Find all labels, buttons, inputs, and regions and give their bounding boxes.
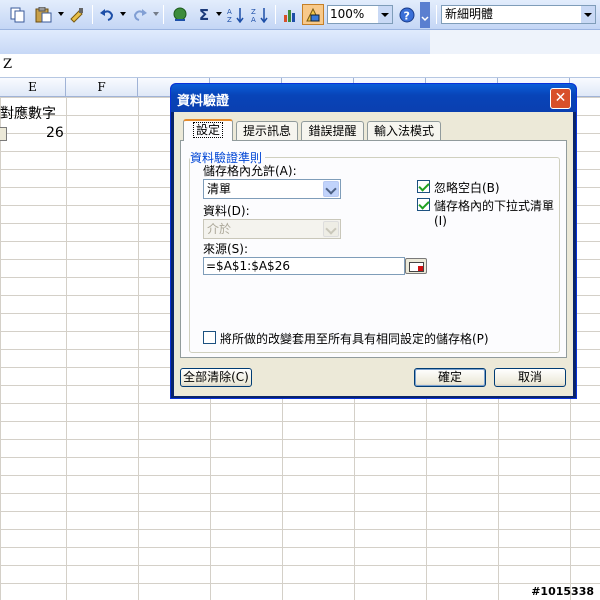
data-label: 資料(D): — [203, 204, 250, 218]
chevron-down-icon[interactable] — [323, 181, 339, 197]
redo-icon[interactable] — [130, 4, 150, 25]
dialog-title-bar[interactable]: 資料驗證 ✕ — [171, 84, 576, 112]
tab-settings-label: 設定 — [192, 122, 223, 138]
clear-all-button[interactable]: 全部清除(C) — [180, 368, 252, 387]
column-header-f[interactable]: F — [66, 78, 138, 97]
sort-descending-icon[interactable]: ZA — [250, 4, 270, 25]
svg-text:Z: Z — [251, 8, 256, 16]
svg-text:?: ? — [404, 9, 410, 22]
data-validation-dialog: 資料驗證 ✕ 設定 提示訊息 錯誤提醒 輸入法模式 資料驗證準則 儲存格內允許(… — [170, 83, 577, 399]
font-name-value: 新細明體 — [445, 7, 494, 21]
redo-dropdown-icon[interactable] — [153, 12, 159, 16]
ignore-blank-label[interactable]: 忽略空白(B) — [434, 179, 500, 196]
format-painter-icon[interactable] — [67, 4, 87, 25]
ok-button[interactable]: 確定 — [414, 368, 486, 387]
svg-text:Z: Z — [227, 16, 232, 23]
toolbar-band-right — [430, 30, 600, 54]
in-cell-dropdown-label[interactable]: 儲存格內的下拉式清單(I) — [434, 197, 566, 228]
paste-dropdown-icon[interactable] — [58, 12, 64, 16]
standard-toolbar: Σ AZ ZA 100% ? 新細明體 — [0, 0, 600, 30]
allow-select[interactable]: 清單 — [203, 179, 341, 199]
undo-icon[interactable] — [97, 4, 117, 25]
close-icon[interactable]: ✕ — [550, 88, 571, 109]
apply-all-checkbox[interactable] — [203, 331, 216, 344]
data-select[interactable]: 介於 — [203, 219, 341, 239]
svg-text:A: A — [227, 8, 232, 16]
allow-label: 儲存格內允許(A): — [203, 164, 297, 178]
column-header-e[interactable]: E — [0, 78, 66, 97]
help-icon[interactable]: ? — [398, 4, 416, 25]
tab-settings[interactable]: 設定 — [183, 119, 233, 141]
cell-dropdown-icon[interactable] — [0, 127, 7, 141]
font-dropdown-icon[interactable] — [581, 6, 595, 23]
paste-icon[interactable] — [33, 4, 55, 25]
formula-bar[interactable]: Z — [0, 54, 600, 78]
tab-input-message[interactable]: 提示訊息 — [236, 121, 298, 140]
ignore-blank-checkbox[interactable] — [417, 180, 430, 193]
watermark: #1015338 — [531, 585, 594, 598]
chevron-down-icon[interactable] — [323, 221, 339, 237]
drawing-icon[interactable] — [302, 4, 324, 25]
autosum-dropdown-icon[interactable] — [216, 12, 222, 16]
hyperlink-icon[interactable] — [170, 4, 190, 25]
settings-panel: 資料驗證準則 儲存格內允許(A): 清單 資料(D): 介於 來源(S): =$… — [180, 140, 567, 358]
zoom-value: 100% — [330, 7, 365, 21]
sort-ascending-icon[interactable]: AZ — [226, 4, 246, 25]
in-cell-dropdown-checkbox[interactable] — [417, 198, 430, 211]
source-input[interactable]: =$A$1:$A$26 — [203, 257, 405, 275]
zoom-dropdown-icon[interactable] — [378, 6, 392, 23]
data-select-value: 介於 — [207, 222, 232, 236]
range-select-icon[interactable] — [405, 258, 427, 274]
allow-select-value: 清單 — [207, 182, 232, 196]
chart-wizard-icon[interactable] — [280, 4, 300, 25]
apply-all-label[interactable]: 將所做的改變套用至所有具有相同設定的儲存格(P) — [220, 330, 489, 347]
copy-icon[interactable] — [8, 4, 28, 25]
toolbar-options-icon[interactable] — [420, 2, 430, 28]
undo-dropdown-icon[interactable] — [120, 12, 126, 16]
cell-e1[interactable]: 對應數字 — [0, 103, 56, 123]
tab-error-alert[interactable]: 錯誤提醒 — [301, 121, 364, 140]
tab-ime-mode[interactable]: 輸入法模式 — [367, 121, 441, 140]
formula-bar-content: Z — [3, 57, 13, 72]
zoom-select[interactable]: 100% — [327, 5, 393, 24]
font-name-select[interactable]: 新細明體 — [441, 5, 596, 24]
cancel-button[interactable]: 取消 — [494, 368, 566, 387]
autosum-icon[interactable]: Σ — [196, 4, 212, 25]
svg-text:A: A — [251, 16, 256, 23]
cell-e2[interactable]: 26 — [46, 125, 64, 141]
dialog-body: 設定 提示訊息 錯誤提醒 輸入法模式 資料驗證準則 儲存格內允許(A): 清單 … — [174, 112, 573, 396]
dialog-title: 資料驗證 — [177, 94, 230, 109]
source-label: 來源(S): — [203, 242, 249, 256]
